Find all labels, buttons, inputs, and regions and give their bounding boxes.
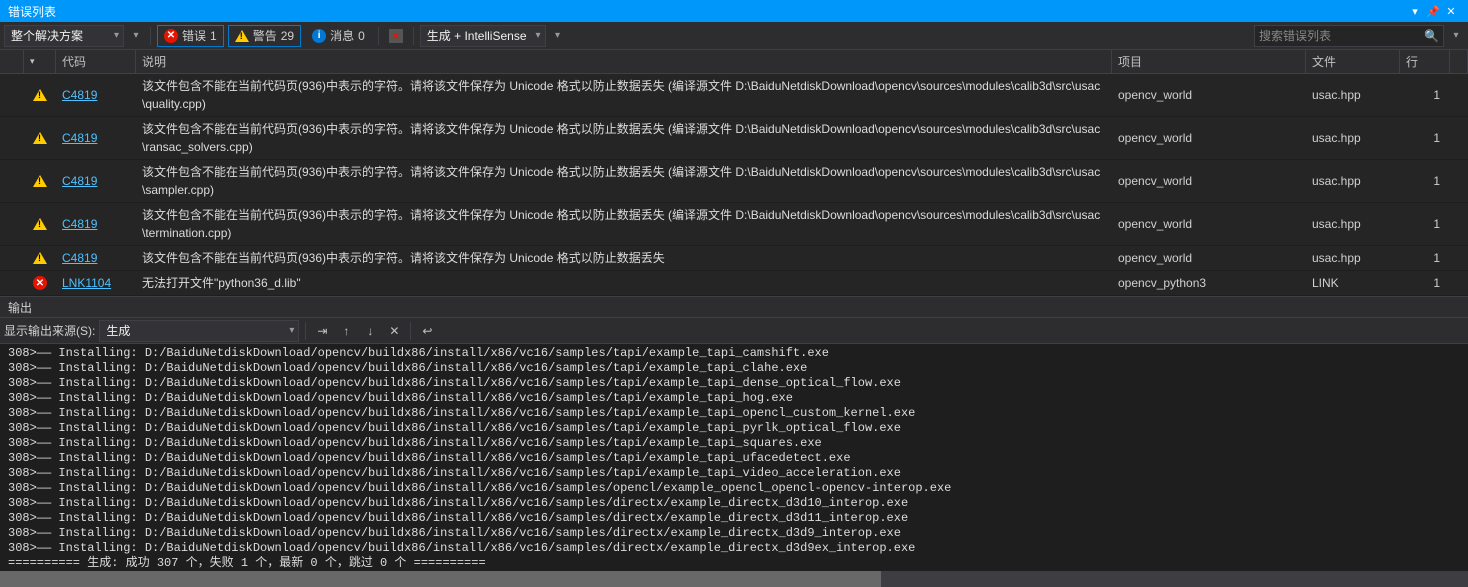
error-project: opencv_world [1112, 174, 1306, 188]
error-file: usac.hpp [1306, 174, 1400, 188]
warning-icon [24, 206, 56, 242]
clear-filter-button[interactable] [385, 25, 407, 47]
build-source-combo[interactable]: 生成 + IntelliSense [420, 25, 546, 47]
error-file: usac.hpp [1306, 251, 1400, 265]
table-row[interactable]: C4819 该文件包含不能在当前代码页(936)中表示的字符。请将该文件保存为 U… [0, 74, 1468, 117]
clear-output-button[interactable]: ✕ [384, 321, 404, 341]
search-dropdown-arrow[interactable]: ▾ [1448, 25, 1464, 47]
error-code-link[interactable]: C4819 [62, 217, 97, 231]
error-code-link[interactable]: C4819 [62, 88, 97, 102]
error-list-body: C4819 该文件包含不能在当前代码页(936)中表示的字符。请将该文件保存为 U… [0, 74, 1468, 296]
error-description: 该文件包含不能在当前代码页(936)中表示的字符。请将该文件保存为 Unicod… [136, 163, 1112, 199]
error-project: opencv_python3 [1112, 276, 1306, 290]
col-blank[interactable] [0, 50, 24, 73]
table-row[interactable]: C4819 该文件包含不能在当前代码页(936)中表示的字符。请将该文件保存为 U… [0, 117, 1468, 160]
error-line: 1 [1400, 217, 1450, 231]
error-file: LINK [1306, 276, 1400, 290]
table-row[interactable]: C4819 该文件包含不能在当前代码页(936)中表示的字符。请将该文件保存为 U… [0, 160, 1468, 203]
error-code-link[interactable]: C4819 [62, 131, 97, 145]
separator-icon [378, 27, 379, 45]
table-row[interactable]: ✕ LNK1104 无法打开文件"python36_d.lib"opencv_pyt… [0, 271, 1468, 296]
next-message-button[interactable]: ↓ [360, 321, 380, 341]
col-file[interactable]: 文件 [1306, 50, 1400, 73]
warning-icon [235, 30, 249, 42]
error-code-link[interactable]: C4819 [62, 251, 97, 265]
scope-combo[interactable]: 整个解决方案 [4, 25, 124, 47]
error-code-link[interactable]: LNK1104 [62, 276, 111, 290]
output-source-label: 显示输出来源(S): [4, 322, 95, 339]
warning-icon [24, 77, 56, 113]
toggle-wrap-button[interactable]: ↩ [417, 321, 437, 341]
scrollbar-thumb[interactable] [0, 571, 881, 587]
errors-filter-button[interactable]: ✕ 错误 1 [157, 25, 224, 47]
search-placeholder: 搜索错误列表 [1259, 27, 1331, 44]
error-project: opencv_world [1112, 88, 1306, 102]
output-text[interactable]: 308>—— Installing: D:/BaiduNetdiskDownlo… [0, 344, 1468, 571]
error-project: opencv_world [1112, 251, 1306, 265]
horizontal-scrollbar[interactable] [0, 571, 1468, 587]
error-file: usac.hpp [1306, 217, 1400, 231]
error-project: opencv_world [1112, 131, 1306, 145]
messages-filter-button[interactable]: i 消息 0 [305, 25, 372, 47]
output-title-bar: 输出 [0, 296, 1468, 318]
table-row[interactable]: C4819 该文件包含不能在当前代码页(936)中表示的字符。请将该文件保存为 U… [0, 246, 1468, 271]
error-list-toolbar: 整个解决方案 ▾ ✕ 错误 1 警告 29 i 消息 0 生成 + Intell… [0, 22, 1468, 50]
separator-icon [410, 322, 411, 340]
output-toolbar: 显示输出来源(S): 生成 ⇥ ↑ ↓ ✕ ↩ [0, 318, 1468, 344]
col-severity[interactable]: ▾ [24, 50, 56, 73]
error-description: 该文件包含不能在当前代码页(936)中表示的字符。请将该文件保存为 Unicod… [136, 249, 1112, 267]
error-code-link[interactable]: C4819 [62, 174, 97, 188]
error-line: 1 [1400, 131, 1450, 145]
output-title: 输出 [8, 299, 32, 316]
error-list-header: ▾ 代码 说明 项目 文件 行 [0, 50, 1468, 74]
col-description[interactable]: 说明 [136, 50, 1112, 73]
close-button[interactable]: ✕ [1442, 5, 1460, 18]
error-line: 1 [1400, 88, 1450, 102]
output-source-combo[interactable]: 生成 [99, 320, 299, 342]
warning-icon [24, 163, 56, 199]
error-description: 无法打开文件"python36_d.lib" [136, 274, 1112, 292]
error-file: usac.hpp [1306, 131, 1400, 145]
error-line: 1 [1400, 174, 1450, 188]
clear-filter-icon [389, 29, 403, 43]
table-row[interactable]: C4819 该文件包含不能在当前代码页(936)中表示的字符。请将该文件保存为 U… [0, 203, 1468, 246]
error-list-title-bar: 错误列表 ▾ 📌 ✕ [0, 0, 1468, 22]
scope-combo-arrow[interactable]: ▾ [128, 25, 144, 47]
prev-message-button[interactable]: ↑ [336, 321, 356, 341]
window-menu-button[interactable]: ▾ [1406, 5, 1424, 18]
error-description: 该文件包含不能在当前代码页(936)中表示的字符。请将该文件保存为 Unicod… [136, 120, 1112, 156]
error-line: 1 [1400, 276, 1450, 290]
warnings-filter-button[interactable]: 警告 29 [228, 25, 301, 47]
error-icon: ✕ [24, 274, 56, 292]
warning-icon [24, 120, 56, 156]
error-description: 该文件包含不能在当前代码页(936)中表示的字符。请将该文件保存为 Unicod… [136, 206, 1112, 242]
error-line: 1 [1400, 251, 1450, 265]
error-list-title: 错误列表 [8, 3, 56, 20]
warning-icon [24, 249, 56, 267]
error-file: usac.hpp [1306, 88, 1400, 102]
separator-icon [305, 322, 306, 340]
build-source-combo-arrow[interactable]: ▾ [550, 25, 566, 47]
separator-icon [413, 27, 414, 45]
col-code[interactable]: 代码 [56, 50, 136, 73]
search-icon: 🔍 [1424, 29, 1439, 43]
col-line[interactable]: 行 [1400, 50, 1450, 73]
error-icon: ✕ [164, 29, 178, 43]
separator-icon [150, 27, 151, 45]
search-input[interactable]: 搜索错误列表 🔍 [1254, 25, 1444, 47]
error-description: 该文件包含不能在当前代码页(936)中表示的字符。请将该文件保存为 Unicod… [136, 77, 1112, 113]
col-project[interactable]: 项目 [1112, 50, 1306, 73]
pin-button[interactable]: 📌 [1424, 5, 1442, 18]
error-project: opencv_world [1112, 217, 1306, 231]
find-message-button[interactable]: ⇥ [312, 321, 332, 341]
col-suppress[interactable] [1450, 50, 1468, 73]
info-icon: i [312, 29, 326, 43]
